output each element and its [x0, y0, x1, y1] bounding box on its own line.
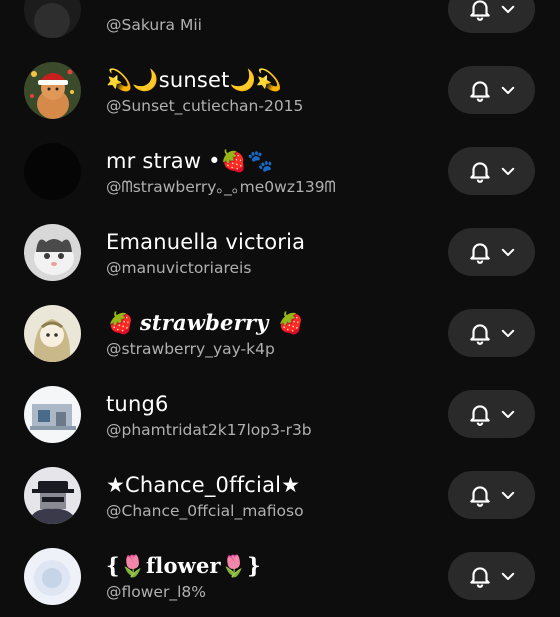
notification-settings-button[interactable]: [448, 471, 535, 519]
channel-row[interactable]: 🍓 strawberry 🍓 @strawberry_yay-k4p: [0, 293, 560, 374]
channel-name[interactable]: ★Chance_0ffcial★: [106, 472, 300, 498]
channel-handle: @Sakura Mii: [106, 16, 202, 34]
notification-settings-button[interactable]: [448, 552, 535, 600]
notification-settings-button[interactable]: [448, 309, 535, 357]
channel-name[interactable]: mr straw •🍓🐾: [106, 148, 273, 174]
bell-icon: [467, 158, 493, 184]
channel-name[interactable]: {🌷flower🌷}: [106, 553, 261, 579]
channel-row[interactable]: mr straw •🍓🐾 @ᗰstrawberry｡_｡me0wz139ᗰ: [0, 131, 560, 212]
bell-icon: [467, 320, 493, 346]
bell-icon: [467, 563, 493, 589]
notification-settings-button[interactable]: [448, 228, 535, 276]
channel-handle: @manuvictoriareis: [106, 259, 252, 277]
avatar[interactable]: [24, 548, 81, 605]
avatar[interactable]: [24, 62, 81, 119]
chevron-down-icon: [499, 81, 517, 99]
channel-row[interactable]: Emanuella victoria @manuvictoriareis: [0, 212, 560, 293]
channel-name[interactable]: tung6: [106, 391, 169, 417]
bell-icon: [467, 0, 493, 22]
chevron-down-icon: [499, 162, 517, 180]
channel-handle: @Sunset_cutiechan-2015: [106, 97, 304, 115]
chevron-down-icon: [499, 405, 517, 423]
channel-handle: @strawberry_yay-k4p: [106, 340, 275, 358]
channel-handle: @phamtridat2k17lop3-r3b: [106, 421, 312, 439]
avatar[interactable]: [24, 143, 81, 200]
channel-handle: @Chance_0ffcial_mafioso: [106, 502, 304, 520]
channel-handle: @flower_l8%: [106, 583, 206, 601]
subscriptions-list: @Sakura Mii 💫🌙sunset🌙💫 @Sunset_cutiechan…: [0, 0, 560, 617]
chevron-down-icon: [499, 486, 517, 504]
chevron-down-icon: [499, 324, 517, 342]
chevron-down-icon: [499, 0, 517, 18]
channel-name[interactable]: 🍓 strawberry 🍓: [106, 310, 302, 336]
channel-name[interactable]: Emanuella victoria: [106, 229, 305, 255]
notification-settings-button[interactable]: [448, 0, 535, 33]
bell-icon: [467, 482, 493, 508]
bell-icon: [467, 239, 493, 265]
avatar[interactable]: [24, 0, 81, 38]
avatar[interactable]: [24, 467, 81, 524]
avatar[interactable]: [24, 305, 81, 362]
channel-row[interactable]: @Sakura Mii: [0, 0, 560, 50]
notification-settings-button[interactable]: [448, 390, 535, 438]
avatar[interactable]: [24, 386, 81, 443]
notification-settings-button[interactable]: [448, 147, 535, 195]
chevron-down-icon: [499, 567, 517, 585]
chevron-down-icon: [499, 243, 517, 261]
avatar[interactable]: [24, 224, 81, 281]
channel-row[interactable]: tung6 @phamtridat2k17lop3-r3b: [0, 374, 560, 455]
channel-handle: @ᗰstrawberry｡_｡me0wz139ᗰ: [106, 178, 336, 196]
channel-row[interactable]: {🌷flower🌷} @flower_l8%: [0, 536, 560, 617]
channel-row[interactable]: ★Chance_0ffcial★ @Chance_0ffcial_mafioso: [0, 455, 560, 536]
channel-row[interactable]: 💫🌙sunset🌙💫 @Sunset_cutiechan-2015: [0, 50, 560, 131]
bell-icon: [467, 77, 493, 103]
bell-icon: [467, 401, 493, 427]
channel-name[interactable]: 💫🌙sunset🌙💫: [106, 67, 282, 93]
notification-settings-button[interactable]: [448, 66, 535, 114]
